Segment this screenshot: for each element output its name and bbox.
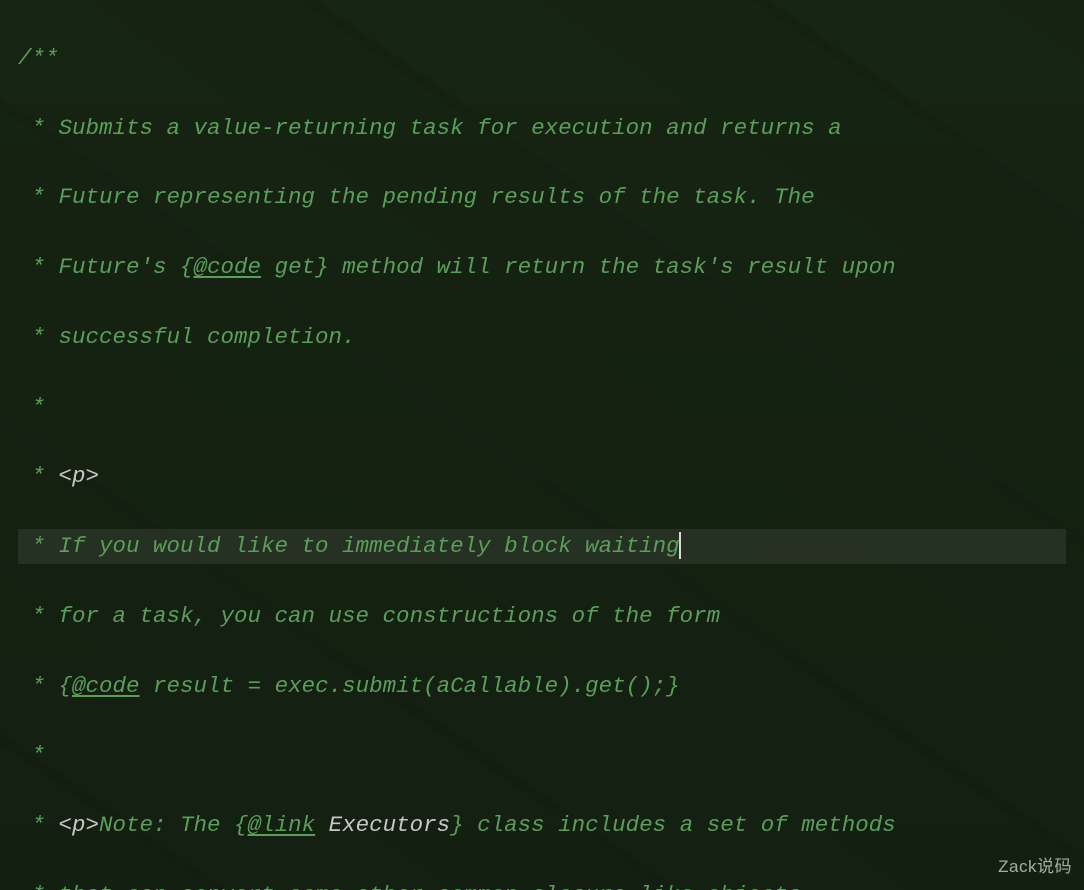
caret-icon <box>679 532 681 559</box>
watermark: Zack说码 <box>998 854 1072 880</box>
javadoc-line: * Future representing the pending result… <box>18 180 1066 215</box>
javadoc-line: * <p> <box>18 459 1066 494</box>
javadoc-line: * {@code result = exec.submit(aCallable)… <box>18 669 1066 704</box>
javadoc-line: * successful completion. <box>18 320 1066 355</box>
code-editor[interactable]: /** * Submits a value-returning task for… <box>0 0 1084 890</box>
javadoc-line-current: * If you would like to immediately block… <box>18 529 1066 564</box>
javadoc-line: * <p>Note: The {@link Executors} class i… <box>18 808 1066 843</box>
javadoc-line: * for a task, you can use constructions … <box>18 599 1066 634</box>
javadoc-line: * <box>18 738 1066 773</box>
javadoc-line: * that can convert some other common clo… <box>18 878 1066 890</box>
javadoc-line: * Future's {@code get} method will retur… <box>18 250 1066 285</box>
javadoc-line: /** <box>18 41 1066 76</box>
javadoc-line: * <box>18 390 1066 425</box>
javadoc-line: * Submits a value-returning task for exe… <box>18 111 1066 146</box>
